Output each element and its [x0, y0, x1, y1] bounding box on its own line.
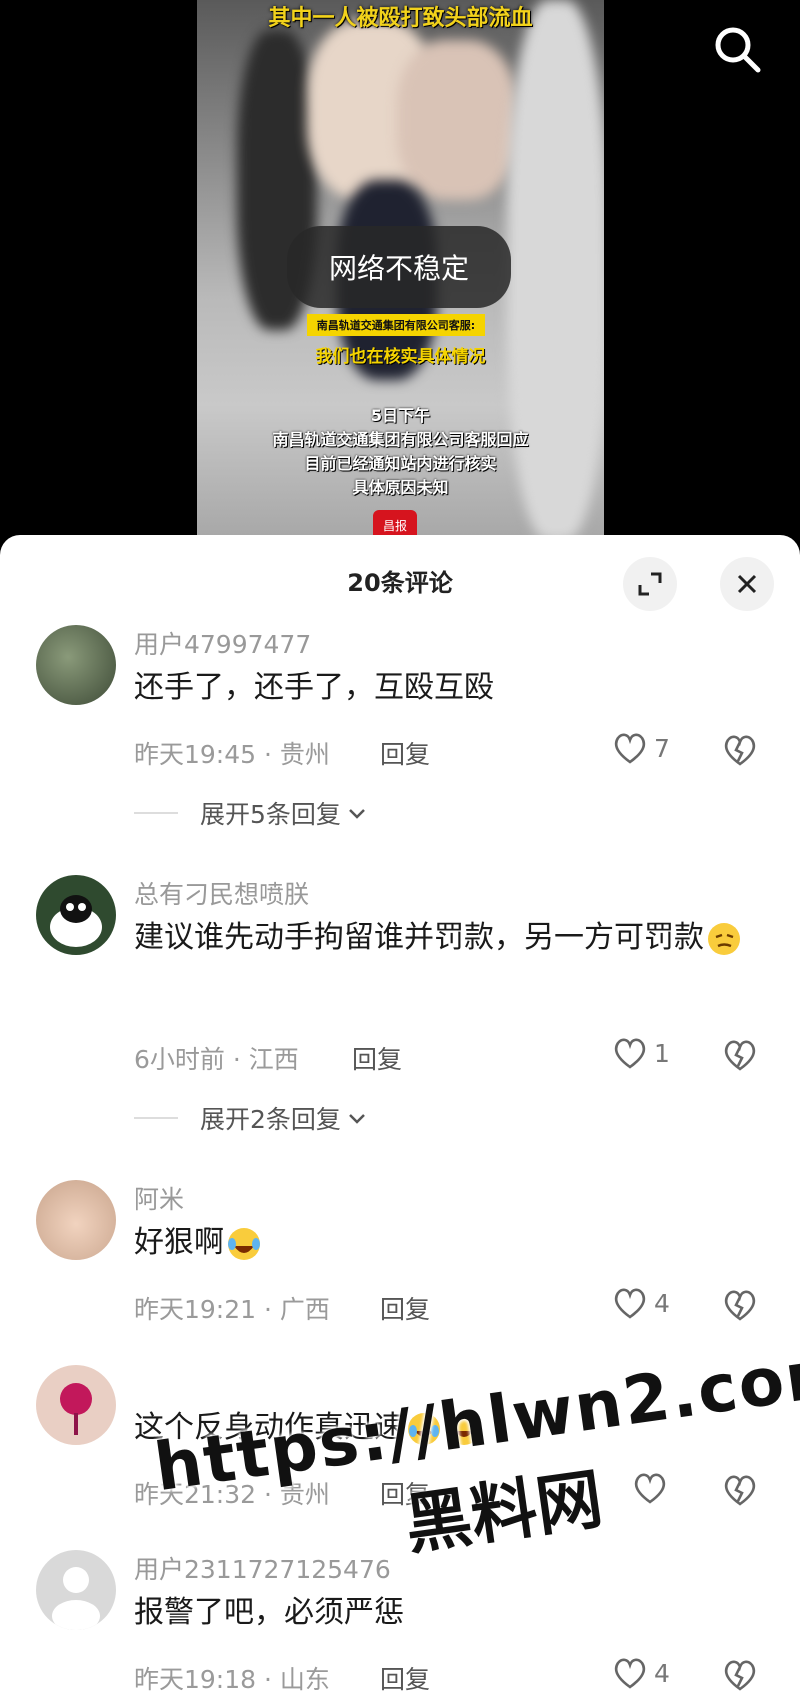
broken-heart-icon — [724, 1290, 756, 1321]
expand-icon — [638, 572, 662, 596]
comment-meta: 昨天19:21 · 广西 — [134, 1295, 330, 1324]
close-icon — [737, 574, 757, 594]
broken-heart-icon — [724, 1475, 756, 1506]
chevron-down-icon — [349, 1114, 365, 1124]
video-tag: 南昌轨道交通集团有限公司客服: — [307, 314, 485, 336]
reply-button[interactable]: 回复 — [352, 1040, 402, 1076]
like-count: 7 — [654, 733, 670, 763]
like-button[interactable]: 1 — [612, 1036, 670, 1070]
comment-count-title: 20条评论 — [347, 569, 453, 597]
crying-laugh-emoji-icon — [444, 1409, 484, 1449]
heart-icon — [614, 733, 646, 764]
reply-button[interactable]: 回复 — [380, 1660, 430, 1696]
comment-text: 还手了，还手了，互殴互殴 — [134, 670, 494, 705]
comment-meta: 6小时前 · 江西 — [134, 1045, 299, 1074]
comment-sheet: 20条评论 用户47997477 还手了，还手了，互殴互殴 昨天19:45 · … — [0, 535, 800, 1698]
comment-username[interactable]: 用户47997477 — [134, 625, 311, 661]
avatar[interactable] — [36, 875, 116, 955]
video-line: 目前已经通知站内进行核实 — [304, 454, 497, 473]
like-count: 4 — [654, 1288, 670, 1318]
reply-button[interactable]: 回复 — [380, 1475, 430, 1511]
video-tag-line: 我们也在核实具体情况 — [315, 347, 486, 367]
divider — [134, 1117, 178, 1119]
like-button[interactable]: 7 — [612, 731, 670, 765]
video-caption-top: 其中一人被殴打致头部流血 — [268, 6, 533, 31]
avatar[interactable] — [36, 1550, 116, 1630]
crying-laugh-emoji-icon — [404, 1409, 444, 1449]
comment-username[interactable]: 用户2311727125476 — [134, 1550, 391, 1586]
expand-replies-label: 展开2条回复 — [200, 1105, 341, 1134]
heart-icon — [634, 1473, 666, 1504]
dislike-button[interactable] — [722, 1473, 758, 1509]
comment-username[interactable]: 总有刁民想喷朕 — [134, 875, 309, 911]
reply-button[interactable]: 回复 — [380, 735, 430, 771]
fullscreen-button[interactable] — [623, 557, 677, 611]
like-count: 4 — [654, 1658, 670, 1688]
comment-meta: 昨天19:45 · 贵州 — [134, 740, 330, 769]
like-button[interactable]: 4 — [612, 1656, 670, 1690]
video-figure — [397, 40, 517, 200]
avatar[interactable] — [36, 1180, 116, 1260]
comment-text: 好狠啊 — [134, 1216, 754, 1270]
heart-icon — [614, 1288, 646, 1319]
expand-replies-button[interactable]: 展开5条回复 — [134, 795, 369, 831]
comment-username[interactable]: 阿米 — [134, 1180, 184, 1216]
smirk-emoji-icon — [704, 919, 744, 959]
laughing-crying-emoji-icon — [224, 1224, 264, 1264]
broken-heart-icon — [724, 1660, 756, 1691]
dislike-button[interactable] — [722, 1288, 758, 1324]
heart-icon — [614, 1038, 646, 1069]
comment-text: 建议谁先动手拘留谁并罚款，另一方可罚款 — [134, 911, 754, 965]
video-line: 5日下午 — [370, 406, 431, 425]
reply-button[interactable]: 回复 — [380, 1290, 430, 1326]
default-avatar-icon — [52, 1567, 100, 1630]
like-button[interactable]: 4 — [612, 1286, 670, 1320]
network-toast: 网络不稳定 — [287, 226, 511, 308]
heart-icon — [614, 1658, 646, 1689]
like-button[interactable] — [632, 1471, 668, 1505]
dislike-button[interactable] — [722, 1038, 758, 1074]
chevron-down-icon — [349, 809, 365, 819]
broken-heart-icon — [724, 735, 756, 766]
expand-replies-label: 展开5条回复 — [200, 800, 341, 829]
search-icon — [715, 27, 761, 73]
expand-replies-button[interactable]: 展开2条回复 — [134, 1100, 369, 1136]
comment-meta: 昨天19:18 · 山东 — [134, 1665, 330, 1694]
broken-heart-icon — [724, 1040, 756, 1071]
comment-text: 这个反身动作真迅速 — [134, 1401, 754, 1455]
video-frame: 其中一人被殴打致头部流血 网络不稳定 南昌轨道交通集团有限公司客服: 我们也在核… — [197, 0, 604, 540]
avatar[interactable] — [36, 625, 116, 705]
comment-text: 报警了吧，必须严惩 — [134, 1595, 404, 1630]
close-button[interactable] — [720, 557, 774, 611]
video-line: 南昌轨道交通集团有限公司客服回应 — [272, 430, 529, 449]
video-player[interactable]: 其中一人被殴打致头部流血 网络不稳定 南昌轨道交通集团有限公司客服: 我们也在核… — [0, 0, 800, 540]
sheep-avatar-icon — [50, 895, 102, 947]
video-line: 具体原因未知 — [352, 478, 449, 497]
avatar[interactable] — [36, 1365, 116, 1445]
search-button[interactable] — [708, 20, 768, 80]
like-count: 1 — [654, 1038, 670, 1068]
dislike-button[interactable] — [722, 733, 758, 769]
dislike-button[interactable] — [722, 1658, 758, 1694]
comment-meta: 昨天21:32 · 贵州 — [134, 1480, 330, 1509]
divider — [134, 812, 178, 814]
flower-avatar-icon — [60, 1383, 92, 1435]
